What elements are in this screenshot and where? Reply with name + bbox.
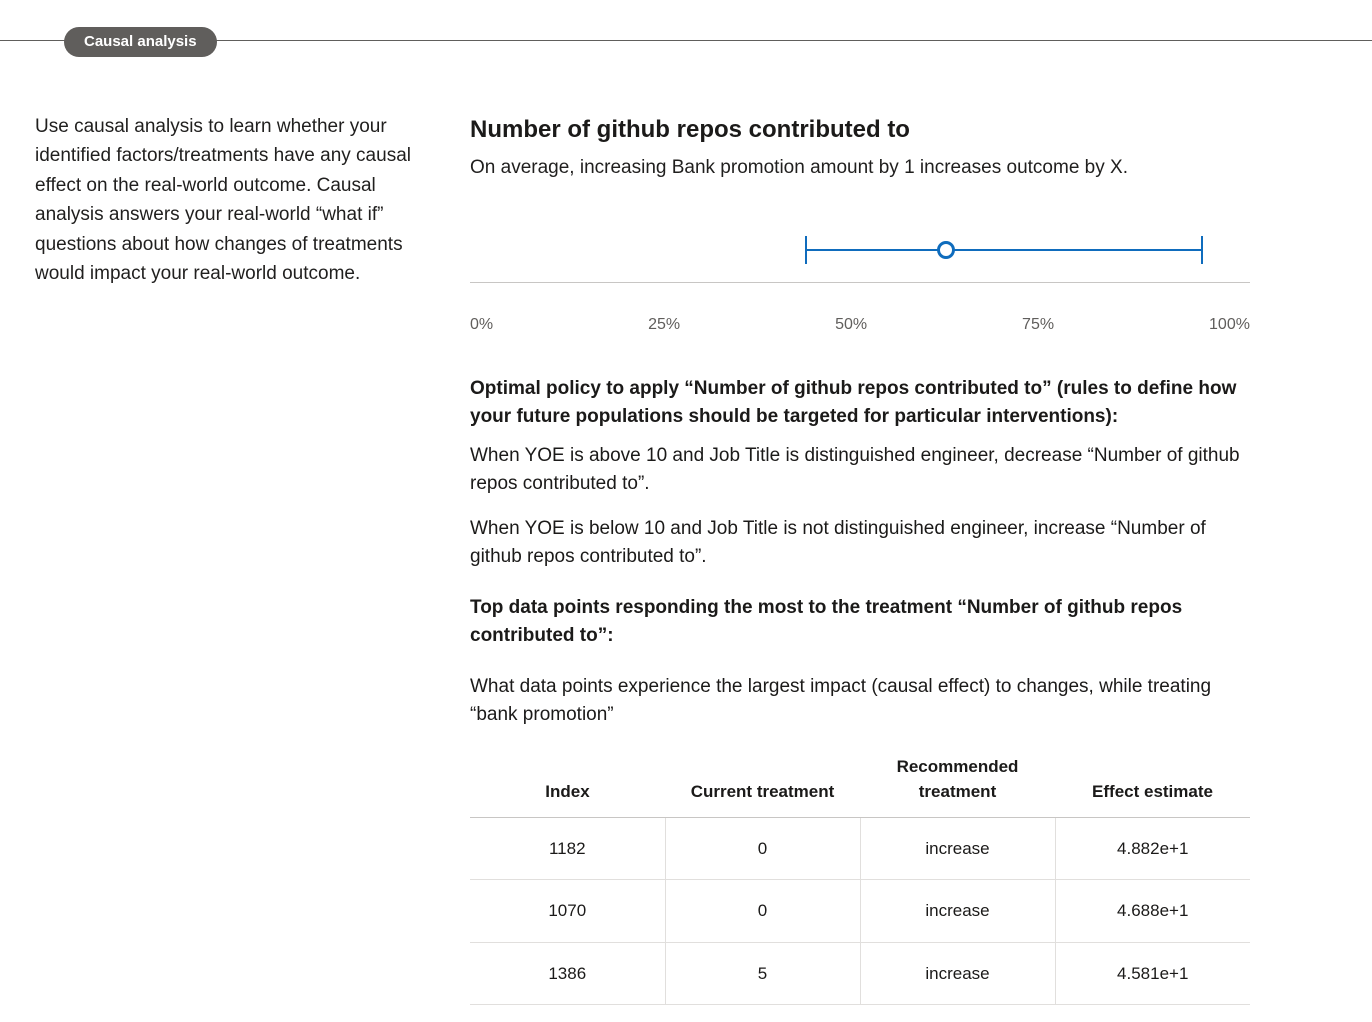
intro-text: Use causal analysis to learn whether you… [35,112,430,1005]
table-header: Effect estimate [1055,746,1250,818]
top-data-table: IndexCurrent treatmentRecommended treatm… [470,746,1250,1006]
policy-heading: Optimal policy to apply “Number of githu… [470,375,1250,432]
ci-axis [470,282,1250,283]
ci-chart [470,223,1250,303]
tick-label: 50% [835,313,867,337]
tick-label: 0% [470,313,493,337]
feature-subtitle: On average, increasing Bank promotion am… [470,154,1250,183]
table-header: Index [470,746,665,818]
table-cell: increase [860,942,1055,1005]
table-cell: 0 [665,880,860,943]
tick-label: 100% [1209,313,1250,337]
table-cell: increase [860,880,1055,943]
table-header: Current treatment [665,746,860,818]
top-data-desc: What data points experience the largest … [470,673,1250,730]
tick-label: 75% [1022,313,1054,337]
table-cell: 4.688e+1 [1055,880,1250,943]
table-row: 10700increase4.688e+1 [470,880,1250,943]
table-row: 11820increase4.882e+1 [470,817,1250,880]
ci-bar [805,249,1203,251]
section-pill: Causal analysis [64,27,217,57]
table-cell: increase [860,817,1055,880]
table-cell: 1182 [470,817,665,880]
tick-label: 25% [648,313,680,337]
table-cell: 5 [665,942,860,1005]
ci-point-marker [937,241,955,259]
table-cell: 4.581e+1 [1055,942,1250,1005]
table-header: Recommended treatment [860,746,1055,818]
table-body: 11820increase4.882e+110700increase4.688e… [470,817,1250,1005]
policy-rule-2: When YOE is below 10 and Job Title is no… [470,515,1250,572]
top-data-heading: Top data points responding the most to t… [470,594,1250,651]
table-cell: 1386 [470,942,665,1005]
table-cell: 1070 [470,880,665,943]
table-cell: 4.882e+1 [1055,817,1250,880]
ci-tick-labels: 0% 25% 50% 75% 100% [470,313,1250,337]
policy-rule-1: When YOE is above 10 and Job Title is di… [470,442,1250,499]
main-column: Number of github repos contributed to On… [470,112,1250,1005]
feature-title: Number of github repos contributed to [470,112,1250,148]
table-header-row: IndexCurrent treatmentRecommended treatm… [470,746,1250,818]
table-row: 13865increase4.581e+1 [470,942,1250,1005]
content-area: Use causal analysis to learn whether you… [35,112,1337,1005]
table-cell: 0 [665,817,860,880]
